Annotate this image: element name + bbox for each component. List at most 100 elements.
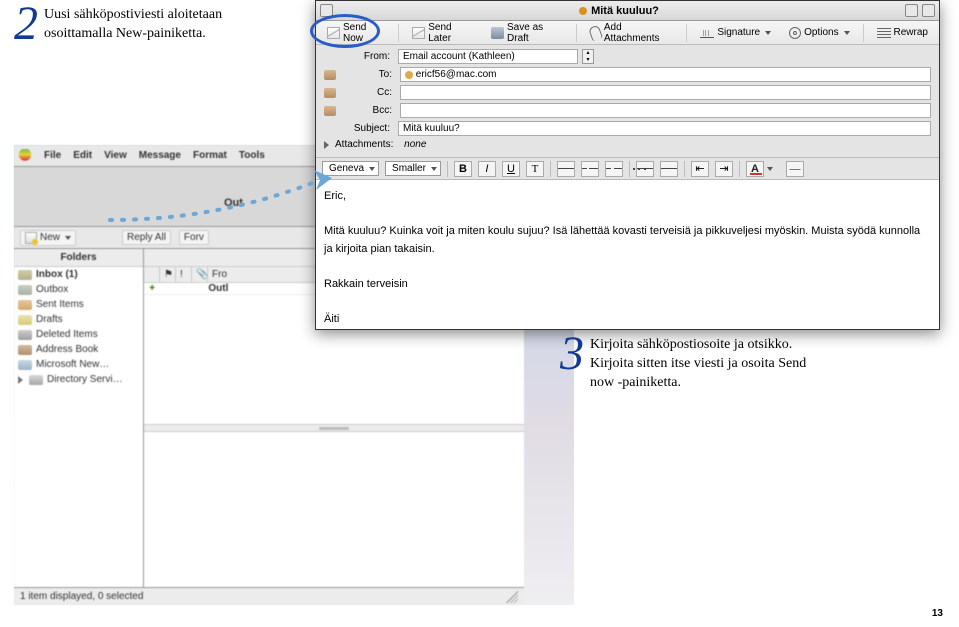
signature-button[interactable]: Signature (695, 26, 776, 39)
folders-pane: Folders Inbox (1) Outbox Sent Items Draf… (14, 249, 144, 587)
disk-icon (491, 27, 504, 39)
addressbook-icon (18, 345, 32, 355)
rewrap-button[interactable]: Rewrap (872, 26, 933, 39)
step-2-number: 2 (14, 0, 38, 48)
resize-grip-icon[interactable] (506, 591, 518, 603)
send-later-icon (412, 27, 425, 39)
teletype-button[interactable]: T (526, 161, 544, 177)
add-attachments-button[interactable]: Add Attachments (585, 21, 679, 45)
align-left-button[interactable] (557, 161, 575, 177)
contacts-icon[interactable] (324, 88, 336, 98)
reply-all-button[interactable]: Reply All (122, 230, 171, 245)
menu-view[interactable]: View (104, 150, 127, 161)
options-button[interactable]: Options (784, 26, 854, 40)
from-stepper[interactable]: ▴▾ (582, 49, 594, 64)
bullet-list-button[interactable] (660, 161, 678, 177)
to-field[interactable]: ericf56@mac.com (400, 67, 931, 82)
document-icon (579, 7, 587, 15)
from-dropdown[interactable]: Email account (Kathleen) (398, 49, 578, 64)
directory-icon (29, 375, 43, 385)
folder-addressbook-label: Address Book (36, 344, 98, 355)
splitter[interactable] (144, 424, 524, 432)
step-3-text: Kirjoita sähköpostiosoite ja otsikko. Ki… (590, 330, 820, 393)
text-color-button[interactable]: A (746, 161, 764, 177)
col-priority[interactable]: ! (176, 267, 192, 282)
align-right-button[interactable] (605, 161, 623, 177)
col-status[interactable] (144, 267, 160, 282)
page-number: 13 (932, 608, 943, 619)
outbox-icon (18, 285, 32, 295)
annotation-highlight-ring (310, 14, 380, 48)
menu-file[interactable]: File (44, 150, 61, 161)
underline-button[interactable]: U (502, 161, 520, 177)
compose-window: Mitä kuuluu? Send Now Send Later Save as… (315, 0, 940, 330)
folder-outbox[interactable]: Outbox (14, 282, 143, 297)
folders-header: Folders (14, 249, 143, 267)
compose-title: Mitä kuuluu? (337, 5, 901, 17)
numbered-list-button[interactable] (636, 161, 654, 177)
body-paragraph: Mitä kuuluu? Kuinka voit ja miten koulu … (324, 223, 931, 258)
bold-button[interactable]: B (454, 161, 472, 177)
forward-button[interactable]: Forv (179, 230, 209, 245)
step-2-callout: 2 Uusi sähköpostiviesti aloitetaan osoit… (14, 0, 274, 48)
step-2-text: Uusi sähköpostiviesti aloitetaan osoitta… (44, 0, 274, 48)
zoom-button[interactable] (905, 4, 918, 17)
chevron-down-icon (431, 167, 437, 171)
menu-edit[interactable]: Edit (73, 150, 92, 161)
size-dropdown[interactable]: Smaller (385, 161, 441, 176)
contacts-icon[interactable] (324, 106, 336, 116)
cc-field[interactable] (400, 85, 931, 100)
body-signoff: Rakkain terveisin (324, 276, 931, 294)
statusbar: 1 item displayed, 0 selected (14, 587, 524, 605)
menu-tools[interactable]: Tools (239, 150, 265, 161)
indent-button[interactable]: ⇥ (715, 161, 733, 177)
chevron-down-icon (844, 31, 850, 35)
from-label: From: (324, 51, 394, 62)
folder-outbox-label: Outbox (36, 284, 68, 295)
news-icon (18, 360, 32, 370)
send-later-label: Send Later (428, 22, 473, 44)
disclosure-triangle-icon (18, 376, 23, 384)
outdent-button[interactable]: ⇤ (691, 161, 709, 177)
new-button[interactable]: New (20, 230, 76, 246)
inbox-icon (18, 270, 32, 280)
gear-icon (789, 27, 801, 39)
col-attachment[interactable]: 📎 (192, 267, 208, 282)
compose-titlebar: Mitä kuuluu? (316, 1, 939, 21)
hr-button[interactable]: — (786, 161, 804, 177)
folder-addressbook[interactable]: Address Book (14, 342, 143, 357)
bcc-field[interactable] (400, 103, 931, 118)
col-flag[interactable]: ⚑ (160, 267, 176, 282)
folder-directory[interactable]: Directory Servi… (14, 372, 143, 387)
drafts-icon (18, 315, 32, 325)
body-signature: Äiti (324, 311, 931, 329)
message-body[interactable]: Eric, Mitä kuuluu? Kuinka voit ja miten … (316, 180, 939, 310)
align-center-button[interactable] (581, 161, 599, 177)
folder-directory-label: Directory Servi… (47, 374, 123, 385)
contact-icon (405, 71, 413, 79)
font-dropdown[interactable]: Geneva (322, 161, 379, 176)
folder-drafts-label: Drafts (36, 314, 63, 325)
chevron-down-icon (65, 236, 71, 240)
menu-message[interactable]: Message (139, 150, 181, 161)
folder-sent[interactable]: Sent Items (14, 297, 143, 312)
menu-format[interactable]: Format (193, 150, 227, 161)
disclosure-triangle-icon[interactable] (324, 141, 329, 149)
folder-drafts[interactable]: Drafts (14, 312, 143, 327)
save-draft-button[interactable]: Save as Draft (486, 21, 568, 45)
step-3-callout: 3 Kirjoita sähköpostiosoite ja otsikko. … (560, 330, 820, 393)
step-3-number: 3 (560, 330, 584, 393)
apple-menu-icon[interactable] (18, 149, 32, 163)
grip-icon (319, 427, 349, 430)
folder-msnews[interactable]: Microsoft New… (14, 357, 143, 372)
collapse-button[interactable] (922, 4, 935, 17)
send-later-button[interactable]: Send Later (407, 21, 478, 45)
folder-deleted[interactable]: Deleted Items (14, 327, 143, 342)
italic-button[interactable]: I (478, 161, 496, 177)
format-toolbar: Geneva Smaller B I U T ⇤ ⇥ A — (316, 158, 939, 180)
contacts-icon[interactable] (324, 70, 336, 80)
folder-inbox[interactable]: Inbox (1) (14, 267, 143, 282)
forward-label: Forv (184, 232, 204, 243)
paperclip-icon (588, 24, 603, 41)
subject-field[interactable]: Mitä kuuluu? (398, 121, 931, 136)
